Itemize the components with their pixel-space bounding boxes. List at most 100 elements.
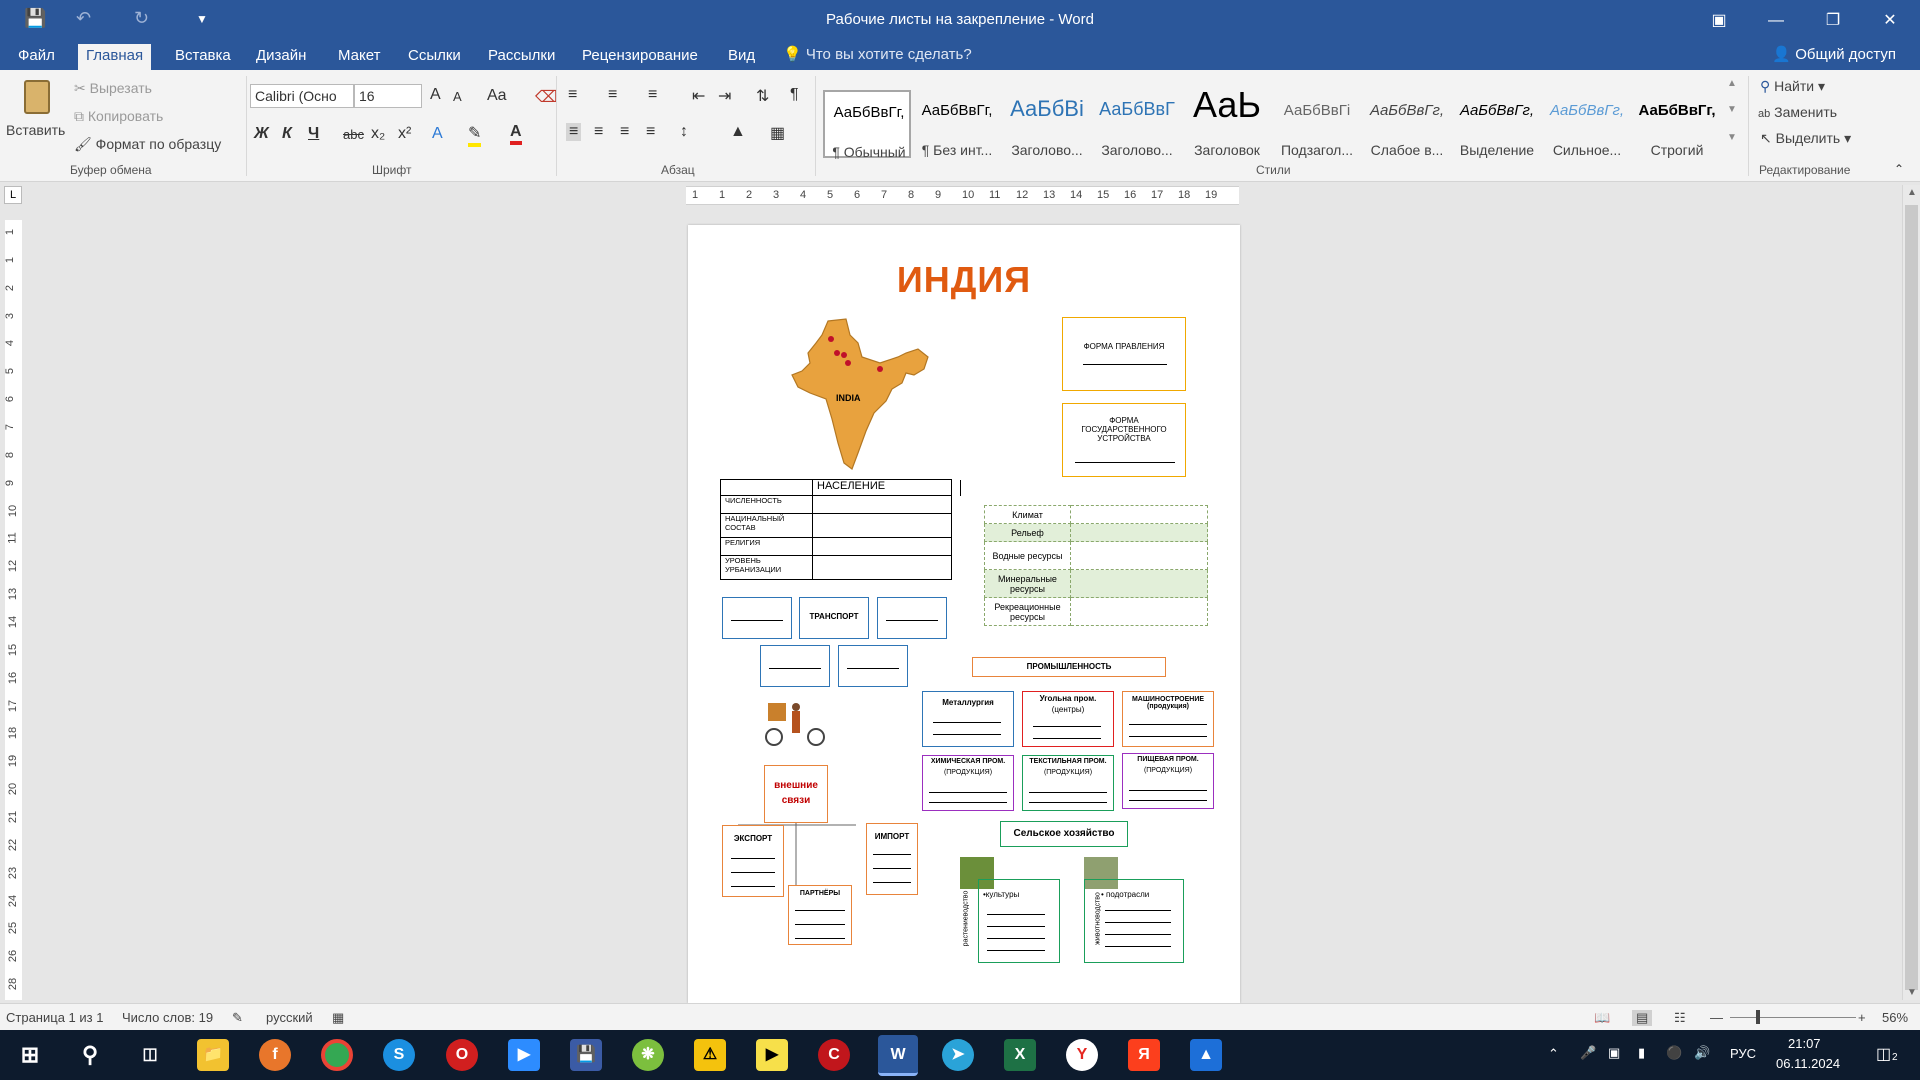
zoom-slider[interactable] [1730,1017,1856,1018]
style-subtle-emphasis[interactable]: АаБбВвГг, Слабое в... [1363,90,1451,158]
task-view-icon[interactable]: ◫ [134,1039,166,1071]
sort-icon[interactable]: ⇅ [756,86,769,106]
file-explorer-icon[interactable]: 📁 [197,1039,229,1071]
document-page[interactable]: ИНДИЯ INDIA ФОРМА ПРАВЛЕНИЯ ФОРМА ГОСУДА… [688,225,1240,1003]
tab-file[interactable]: Файл [10,44,63,70]
style-normal[interactable]: АаБбВвГг, ¶ Обычный [823,90,911,160]
web-layout-icon[interactable]: ☷ [1674,1010,1686,1026]
font-color-icon[interactable]: A [510,123,522,145]
zoom-app-icon[interactable]: ▶ [508,1039,540,1071]
search-icon[interactable]: ⚲ [74,1039,106,1071]
clear-format-icon[interactable]: ⌫ [535,87,558,107]
scroll-down-icon[interactable]: ▼ [1907,987,1917,998]
yandex-icon[interactable]: Я [1128,1039,1160,1071]
blue-app-icon[interactable]: ▲ [1190,1039,1222,1071]
font-name-select[interactable]: Calibri (Осно [250,84,354,108]
style-emphasis[interactable]: АаБбВвГг, Выделение [1453,90,1541,158]
opera-icon[interactable]: O [446,1039,478,1071]
tab-references[interactable]: Ссылки [400,44,469,70]
shading-icon[interactable]: ▲ [730,123,746,141]
text-effects-icon[interactable]: A [432,125,443,143]
zoom-slider-thumb[interactable] [1756,1010,1760,1024]
bold-button[interactable]: Ж [254,125,269,143]
clock-date[interactable]: 06.11.2024 [1776,1056,1840,1071]
bullets-icon[interactable]: ≡ [568,86,577,104]
clock-time[interactable]: 21:07 [1788,1036,1821,1051]
style-no-spacing[interactable]: АаБбВвГг, ¶ Без инт... [913,90,1001,158]
paste-button[interactable] [16,76,58,122]
subscript-button[interactable]: x₂ [371,125,385,143]
style-title[interactable]: АаЬ Заголовок [1183,84,1271,158]
replace-button[interactable]: ab Заменить [1758,104,1837,120]
word-app-icon[interactable]: W [878,1035,918,1076]
player-app-icon[interactable]: ▶ [756,1039,788,1071]
share-button[interactable]: 👤 Общий доступ [1772,45,1896,63]
styles-scroll-up-icon[interactable]: ▲ [1727,78,1737,89]
decrease-indent-icon[interactable]: ⇤ [692,86,705,106]
numbering-icon[interactable]: ≡ [608,86,617,104]
style-heading1[interactable]: АаБбВі Заголово... [1003,90,1091,158]
shrink-font-icon[interactable]: A [453,89,462,104]
tray-overflow-icon[interactable]: ⌃ [1548,1046,1559,1062]
save-app-icon[interactable]: 💾 [570,1039,602,1071]
warning-app-icon[interactable]: ⚠ [694,1039,726,1071]
vertical-scrollbar[interactable]: ▲ ▼ [1902,185,1920,1000]
print-layout-icon[interactable]: ▤ [1632,1010,1653,1026]
format-painter-button[interactable]: 🖌 Формат по образцу [74,136,221,153]
line-spacing-icon[interactable]: ↕ [680,123,688,141]
meet-now-icon[interactable]: ▣ [1608,1045,1620,1061]
chrome-icon[interactable] [321,1039,353,1071]
increase-indent-icon[interactable]: ⇥ [718,86,731,106]
firefox-icon[interactable]: f [259,1039,291,1071]
read-mode-icon[interactable]: 📖 [1594,1010,1610,1026]
tab-design[interactable]: Дизайн [248,44,314,70]
align-right-icon[interactable]: ≡ [620,123,629,141]
battery-icon[interactable]: ▮ [1638,1045,1645,1061]
input-language[interactable]: РУС [1730,1046,1756,1061]
select-button[interactable]: ↖ Выделить ▾ [1760,130,1851,147]
borders-icon[interactable]: ▦ [770,123,785,143]
pilcrow-icon[interactable]: ¶ [790,86,799,104]
horizontal-ruler[interactable]: 1 1 2 3 4 5 6 7 8 9 10 11 12 13 14 15 16 17 18 19 [686,186,1239,205]
macro-icon[interactable]: ▦ [332,1010,344,1026]
style-intense-emphasis[interactable]: АаБбВвГг, Сильное... [1543,90,1631,158]
paste-label[interactable]: Вставить [6,122,65,138]
highlight-icon[interactable]: ✎ [468,123,482,147]
red-app-icon[interactable]: C [818,1039,850,1071]
underline-button[interactable]: Ч [308,125,319,143]
cut-button[interactable]: ✂ Вырезать [74,80,152,97]
windows-start-icon[interactable]: ⊞ [14,1039,46,1071]
strikethrough-button[interactable]: abc [343,127,364,142]
justify-icon[interactable]: ≡ [646,123,655,141]
minimize-icon[interactable]: — [1753,0,1799,41]
tab-layout[interactable]: Макет [330,44,388,70]
photos-app-icon[interactable]: ❋ [632,1039,664,1071]
superscript-button[interactable]: x² [398,125,411,143]
multilevel-list-icon[interactable]: ≡ [648,86,657,104]
italic-button[interactable]: К [282,125,292,143]
page-count[interactable]: Страница 1 из 1 [6,1010,103,1025]
scroll-thumb[interactable] [1905,205,1918,990]
copy-button[interactable]: ⧉ Копировать [74,108,163,125]
style-subtitle[interactable]: АаБбВвГі Подзагол... [1273,90,1361,158]
language-indicator[interactable]: русский [266,1010,313,1025]
find-button[interactable]: ⚲ Найти ▾ [1760,78,1825,95]
restore-icon[interactable]: ❐ [1810,0,1856,41]
excel-app-icon[interactable]: X [1004,1039,1036,1071]
styles-more-icon[interactable]: ▼ [1727,132,1737,143]
wifi-icon[interactable]: ⚫ [1666,1045,1682,1061]
tab-insert[interactable]: Вставка [167,44,239,70]
scroll-up-icon[interactable]: ▲ [1907,187,1917,198]
align-center-icon[interactable]: ≡ [594,123,603,141]
vertical-ruler[interactable]: 1 1 2 3 4 5 6 7 8 9 10 11 12 13 14 15 16 17 18 19 20 21 22 23 24… [4,220,22,1000]
proofing-icon[interactable]: ✎ [232,1010,243,1026]
collapse-ribbon-icon[interactable]: ⌃ [1894,162,1904,176]
word-count[interactable]: Число слов: 19 [122,1010,213,1025]
style-strong[interactable]: АаБбВвГг, Строгий [1633,90,1721,158]
notification-icon[interactable]: ◫ [1876,1044,1891,1064]
font-size-select[interactable]: 16 [354,84,422,108]
align-left-icon[interactable]: ≡ [566,123,582,141]
zoom-out-icon[interactable]: — [1710,1010,1723,1025]
tab-view[interactable]: Вид [720,44,763,70]
tab-mailings[interactable]: Рассылки [480,44,563,70]
